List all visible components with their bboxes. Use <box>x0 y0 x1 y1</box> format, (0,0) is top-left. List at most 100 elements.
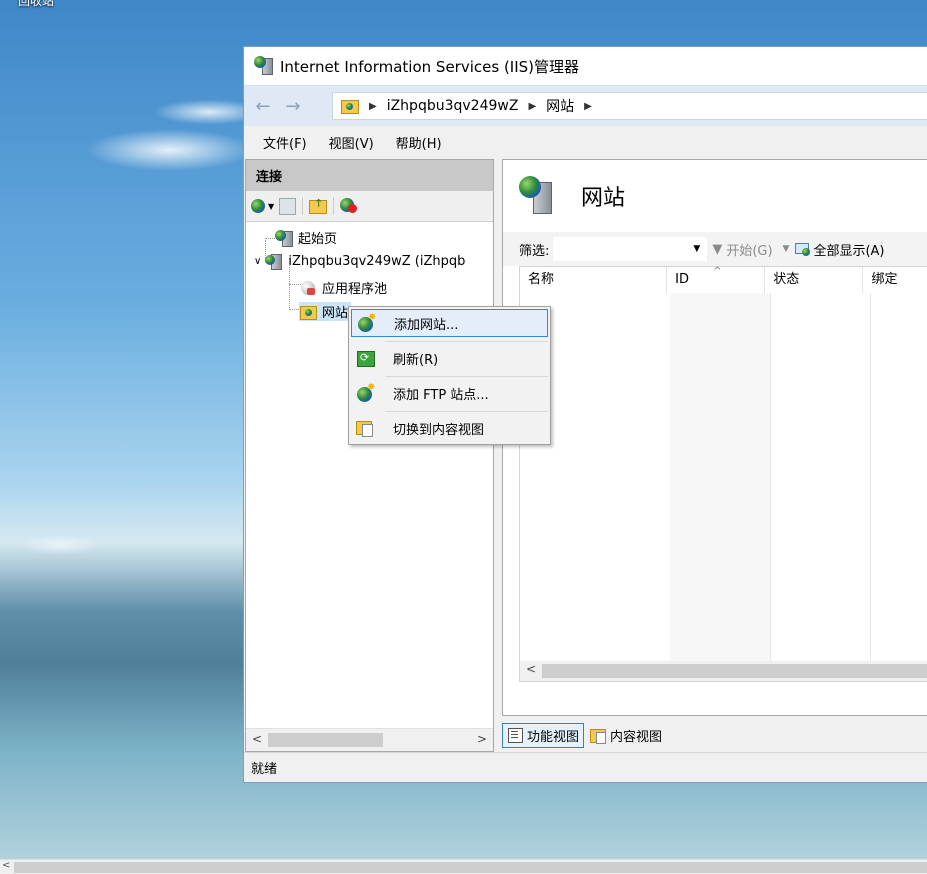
menu-item-label: 添加 FTP 站点... <box>393 387 489 403</box>
scroll-left-icon[interactable]: < <box>2 860 10 871</box>
server-icon <box>265 253 283 270</box>
chevron-down-icon[interactable]: ∨ <box>254 256 261 267</box>
sites-pane: 网站 筛选: ▼ ▼ 开始(G) ▼ 全部显示(A) 名称 ID ^ 状态 绑定… <box>502 159 927 716</box>
menu-item-label: 刷新(R) <box>393 352 439 368</box>
connections-toolbar: ▼ ↑ <box>246 191 493 222</box>
scroll-left-icon[interactable]: < <box>526 662 536 676</box>
breadcrumb-arrow-icon[interactable]: ▶ <box>584 101 592 112</box>
tree-label-start-page: 起始页 <box>298 232 338 247</box>
column-header-name[interactable]: 名称 <box>520 267 668 293</box>
menu-item-label: 切换到内容视图 <box>393 422 485 438</box>
tree-item-start-page[interactable]: 起始页 <box>275 228 337 247</box>
folder-icon <box>341 99 359 114</box>
tree-label-server: iZhpqbu3qv249wZ (iZhpqb <box>288 253 466 269</box>
features-view-icon <box>507 727 523 743</box>
sites-folder-icon <box>299 304 317 320</box>
breadcrumb-arrow-icon[interactable]: ▶ <box>528 101 536 112</box>
back-button[interactable]: ← <box>250 93 276 119</box>
forward-button[interactable]: → <box>280 93 306 119</box>
menu-separator <box>385 411 548 412</box>
breadcrumb-sites[interactable]: 网站 <box>546 96 574 116</box>
status-bar: 就绪 <box>244 752 927 782</box>
column-divider <box>670 293 771 661</box>
funnel-icon: ▼ <box>712 241 723 257</box>
status-text: 就绪 <box>251 762 278 777</box>
page-header: 网站 <box>503 160 927 232</box>
sort-ascending-icon: ^ <box>713 266 722 277</box>
content-view-icon <box>355 418 375 438</box>
menu-separator <box>385 341 548 342</box>
context-menu: ✸ 添加网站... ⟳ 刷新(R) ✸ 添加 FTP 站点... 切换到内容视图 <box>348 306 551 445</box>
desktop-horizontal-scrollbar[interactable]: < <box>0 859 927 874</box>
show-all-icon <box>795 242 811 256</box>
breadcrumb-server[interactable]: iZhpqbu3qv249wZ <box>387 98 519 114</box>
toolbar-separator <box>333 197 335 215</box>
dropdown-arrow-icon[interactable]: ▼ <box>783 244 790 254</box>
menu-item-refresh[interactable]: ⟳ 刷新(R) <box>351 344 548 372</box>
menu-bar: 文件(F) 视图(V) 帮助(H) <box>244 126 927 158</box>
save-icon[interactable] <box>278 197 297 215</box>
connections-horizontal-scrollbar[interactable]: < > <box>246 728 493 751</box>
recycle-bin-label[interactable]: 回收站 <box>18 0 54 9</box>
dropdown-arrow-icon[interactable]: ▼ <box>268 202 274 211</box>
list-header: 名称 ID ^ 状态 绑定 <box>520 266 927 293</box>
tree-item-server[interactable]: ∨ iZhpqbu3qv249wZ (iZhpqb <box>254 253 466 270</box>
content-view-icon <box>590 727 607 744</box>
up-folder-icon[interactable]: ↑ <box>309 197 328 215</box>
refresh-icon: ⟳ <box>355 348 375 368</box>
app-pool-icon <box>299 280 317 296</box>
disconnect-icon[interactable] <box>340 197 358 215</box>
add-ftp-site-icon: ✸ <box>355 382 375 403</box>
connections-pane: 连接 ▼ ↑ 起始页 ∨ iZhpqbu3qv249wZ (iZhpqb 应用程… <box>245 159 494 752</box>
filter-input[interactable] <box>553 237 708 261</box>
navigation-bar: ← → ▶ iZhpqbu3qv249wZ ▶ 网站 ▶ <box>244 85 927 126</box>
menu-item-label: 添加网站... <box>394 317 459 333</box>
connect-globe-icon[interactable] <box>250 197 268 215</box>
sites-server-globe-icon <box>519 176 557 216</box>
tree-item-app-pools[interactable]: 应用程序池 <box>299 278 387 297</box>
scroll-right-icon[interactable]: > <box>477 732 487 746</box>
toolbar-separator <box>302 197 304 215</box>
tab-features-label: 功能视图 <box>527 729 580 745</box>
add-website-icon: ✸ <box>356 312 376 333</box>
tab-content-label: 内容视图 <box>610 729 663 745</box>
scrollbar-thumb[interactable] <box>14 862 927 873</box>
tab-features-view[interactable]: 功能视图 <box>502 722 585 748</box>
menu-item-add-website[interactable]: ✸ 添加网站... <box>351 309 548 337</box>
menu-item-switch-content-view[interactable]: 切换到内容视图 <box>351 414 548 442</box>
filter-label: 筛选: <box>519 243 550 259</box>
sites-list: 名称 ID ^ 状态 绑定 < <box>519 266 927 682</box>
scroll-left-icon[interactable]: < <box>252 732 262 746</box>
iis-manager-window: Internet Information Services (IIS)管理器 ←… <box>243 46 927 783</box>
list-horizontal-scrollbar[interactable]: < <box>520 661 927 681</box>
tree-label-app-pools: 应用程序池 <box>322 282 388 297</box>
start-page-icon <box>275 229 293 247</box>
menu-separator <box>385 376 548 377</box>
connections-header: 连接 <box>246 160 493 191</box>
window-title: Internet Information Services (IIS)管理器 <box>280 57 580 76</box>
title-bar[interactable]: Internet Information Services (IIS)管理器 <box>244 47 927 85</box>
column-header-id[interactable]: ID ^ <box>667 266 766 293</box>
menu-item-add-ftp-site[interactable]: ✸ 添加 FTP 站点... <box>351 379 548 407</box>
column-header-bindings[interactable]: 绑定 <box>863 267 927 293</box>
column-divider <box>770 293 871 661</box>
scrollbar-thumb[interactable] <box>542 664 927 678</box>
menu-help[interactable]: 帮助(H) <box>396 133 442 152</box>
start-filter-button[interactable]: 开始(G) <box>726 240 772 259</box>
filter-dropdown-icon[interactable]: ▼ <box>693 244 700 254</box>
menu-view[interactable]: 视图(V) <box>329 133 374 152</box>
tab-content-view[interactable]: 内容视图 <box>586 724 666 747</box>
column-header-id-label: ID <box>675 272 689 287</box>
column-header-status[interactable]: 状态 <box>765 267 864 293</box>
menu-file[interactable]: 文件(F) <box>263 133 307 152</box>
address-bar[interactable]: ▶ iZhpqbu3qv249wZ ▶ 网站 ▶ <box>332 92 927 120</box>
breadcrumb-arrow-icon[interactable]: ▶ <box>369 101 377 112</box>
scrollbar-thumb[interactable] <box>268 733 383 747</box>
tree-label-sites: 网站 <box>322 306 349 321</box>
tree-item-sites[interactable]: 网站 <box>299 302 352 321</box>
view-switcher: 功能视图 内容视图 <box>502 717 668 753</box>
show-all-button[interactable]: 全部显示(A) <box>813 240 884 259</box>
page-title: 网站 <box>581 186 626 211</box>
connections-tree: 起始页 ∨ iZhpqbu3qv249wZ (iZhpqb 应用程序池 网站 <box>246 222 493 717</box>
iis-app-icon <box>254 56 274 76</box>
